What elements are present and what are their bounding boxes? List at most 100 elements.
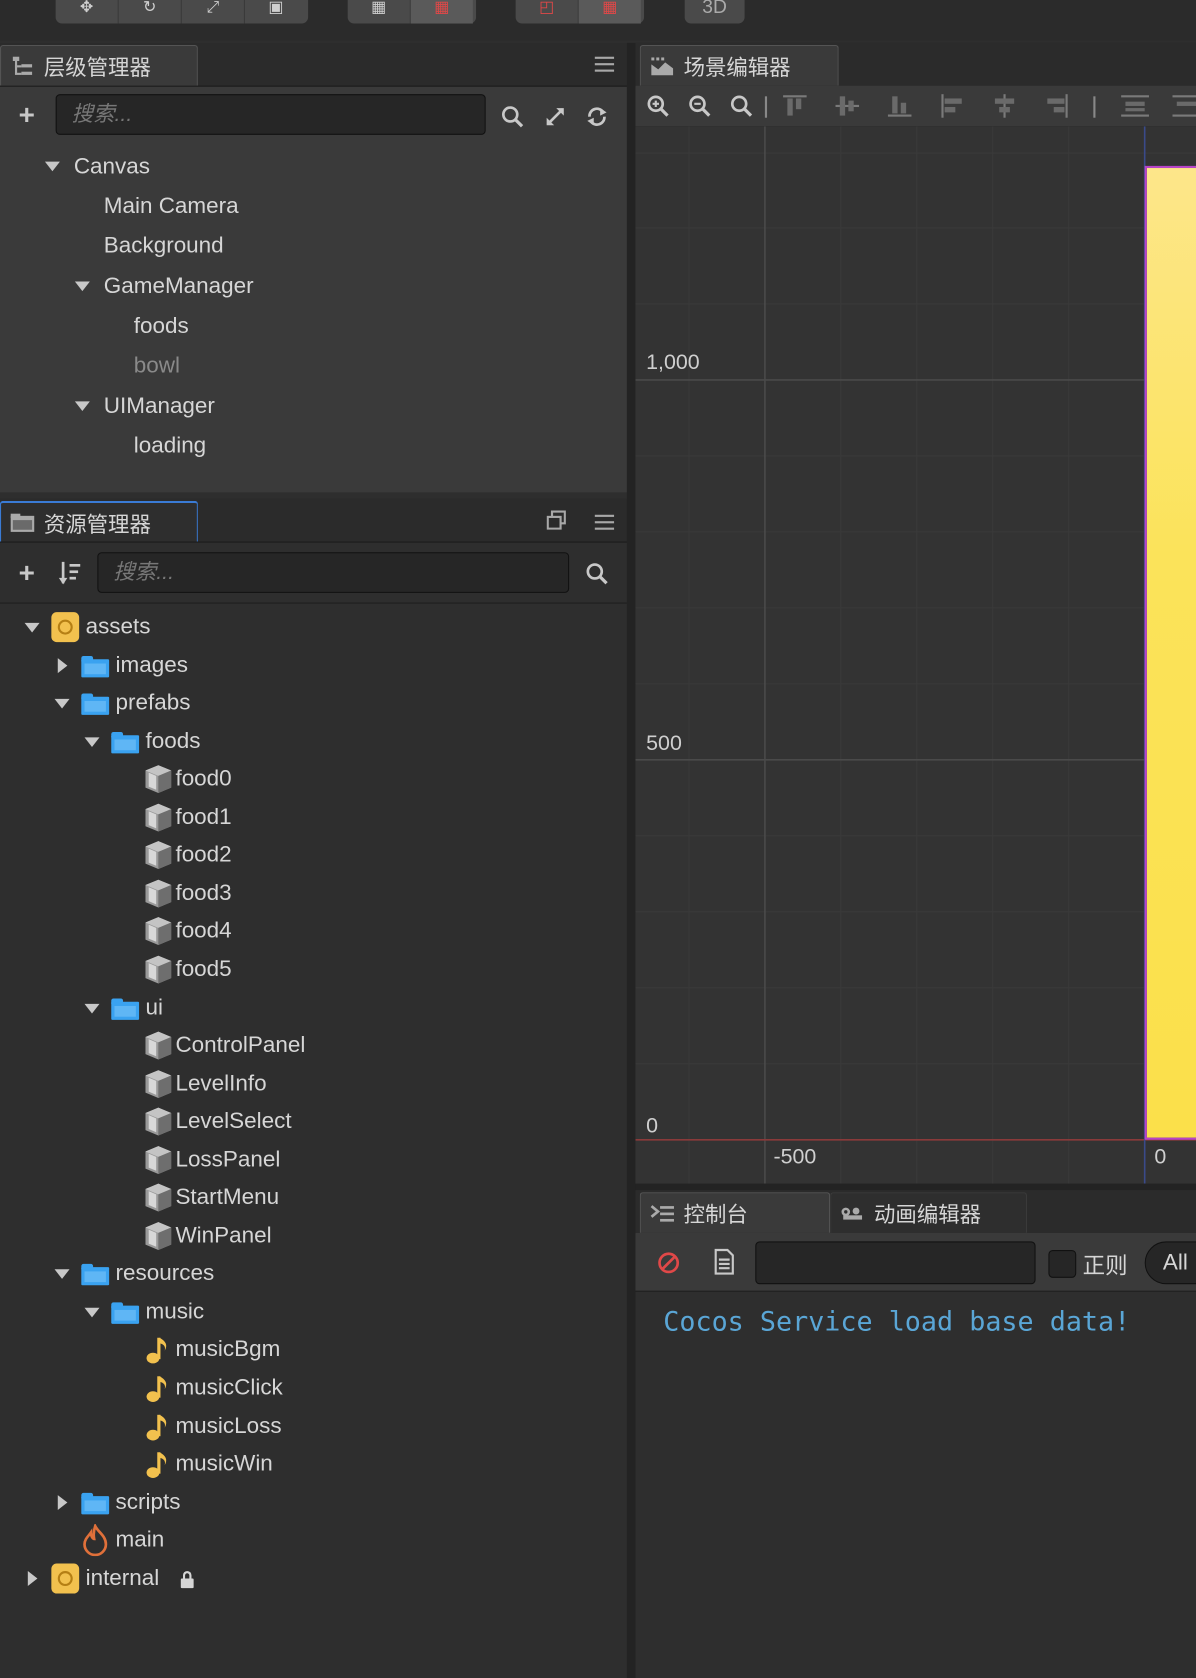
hierarchy-node-background[interactable]: Background (104, 228, 224, 264)
asset-item-winpanel[interactable]: WinPanel (0, 1218, 627, 1254)
clear-console-icon[interactable] (657, 1251, 681, 1275)
asset-item-levelselect[interactable]: LevelSelect (0, 1104, 627, 1140)
hierarchy-node-loading[interactable]: loading (134, 428, 206, 464)
expand-all-icon[interactable] (541, 103, 569, 131)
hierarchy-node-bowl[interactable]: bowl (134, 348, 180, 384)
align-right-icon[interactable] (1043, 92, 1071, 125)
prefab-icon (143, 915, 172, 946)
node-label: GameManager (103, 273, 254, 299)
y-ruler-label: 500 (646, 732, 682, 756)
asset-item-musicbgm[interactable]: musicBgm (0, 1332, 627, 1368)
sort-icon[interactable] (56, 559, 84, 587)
add-node-icon[interactable]: + (13, 98, 41, 130)
asset-item-scripts[interactable]: scripts (0, 1484, 627, 1520)
asset-item-ui[interactable]: ui (0, 989, 627, 1025)
regex-checkbox[interactable] (1048, 1249, 1077, 1278)
assets-menu-icon[interactable] (594, 514, 615, 530)
align-hcenter-icon[interactable] (991, 92, 1019, 125)
tab-console[interactable]: 控制台 (639, 1192, 831, 1233)
assets-search-input[interactable]: 搜索... (97, 552, 570, 593)
tab-hierarchy[interactable]: 层级管理器 (0, 44, 198, 86)
y-ruler-label: 1,000 (646, 351, 700, 375)
asset-item-main[interactable]: main (0, 1522, 627, 1558)
hierarchy-menu-icon[interactable] (594, 56, 615, 72)
hierarchy-search-input[interactable]: 搜索... (55, 94, 486, 135)
scene-viewport[interactable]: 1,000 500 0 -500 0 (635, 126, 1196, 1184)
align-vcenter-icon[interactable] (833, 92, 861, 125)
console-filter-input[interactable] (755, 1241, 1036, 1285)
vertical-splitter[interactable] (626, 42, 636, 1678)
asset-item-food4[interactable]: food4 (0, 913, 627, 949)
search-icon[interactable] (583, 560, 611, 588)
asset-item-levelinfo[interactable]: LevelInfo (0, 1065, 627, 1101)
asset-item-food5[interactable]: food5 (0, 951, 627, 987)
align-bottom-icon[interactable] (886, 92, 914, 125)
canvas-node-rect[interactable] (1144, 165, 1196, 1140)
expand-caret-icon[interactable] (57, 657, 68, 673)
zoom-reset-icon[interactable] (727, 92, 755, 120)
asset-label: prefabs (115, 690, 191, 715)
asset-item-musicwin[interactable]: musicWin (0, 1446, 627, 1482)
asset-item-food0[interactable]: food0 (0, 761, 627, 797)
search-icon[interactable] (499, 103, 527, 131)
open-log-file-icon[interactable] (712, 1248, 736, 1276)
prefab-icon (143, 1106, 172, 1136)
local-space-icon[interactable]: ◰ (516, 0, 579, 24)
asset-item-losspanel[interactable]: LossPanel (0, 1142, 627, 1178)
node-label: foods (133, 313, 189, 339)
pivot-icon[interactable]: ▦ (348, 0, 411, 24)
align-left-icon[interactable] (938, 92, 966, 125)
asset-item-internal[interactable]: internal (0, 1560, 627, 1596)
align-top-icon[interactable] (781, 92, 809, 125)
expand-caret-icon[interactable] (74, 401, 90, 411)
center-icon[interactable]: ▦ (410, 0, 473, 24)
log-level-select[interactable]: All (1144, 1241, 1196, 1285)
asset-item-resources[interactable]: resources (0, 1256, 627, 1292)
asset-item-food2[interactable]: food2 (0, 837, 627, 873)
collapse-caret-icon[interactable] (24, 622, 40, 633)
add-asset-icon[interactable]: + (13, 556, 41, 588)
asset-item-music[interactable]: music (0, 1294, 627, 1330)
zoom-out-icon[interactable] (686, 92, 714, 120)
mode-3d-toggle[interactable]: 3D (684, 0, 745, 24)
collapse-caret-icon[interactable] (84, 1003, 100, 1013)
asset-item-food1[interactable]: food1 (0, 799, 627, 835)
rotate-tool-icon[interactable]: ↻ (119, 0, 182, 24)
hierarchy-node-foods[interactable]: foods (134, 308, 189, 344)
rect-tool-icon[interactable]: ▣ (245, 0, 307, 24)
distribute-vertical-icon[interactable] (1119, 92, 1151, 125)
expand-caret-icon[interactable] (74, 281, 90, 292)
tab-assets[interactable]: 资源管理器 (0, 500, 198, 542)
hierarchy-node-gamemanager[interactable]: GameManager (73, 269, 254, 305)
asset-item-assets[interactable]: assets (0, 609, 627, 645)
asset-item-musicloss[interactable]: musicLoss (0, 1408, 627, 1444)
asset-item-food3[interactable]: food3 (0, 875, 627, 911)
collapse-caret-icon[interactable] (54, 698, 70, 709)
asset-item-images[interactable]: images (0, 647, 627, 683)
asset-item-foods[interactable]: foods (0, 723, 627, 759)
refresh-icon[interactable] (583, 103, 611, 131)
global-space-icon[interactable]: ▦ (578, 0, 641, 24)
console-tabbar: 控制台 动画编辑器 (635, 1190, 1196, 1234)
expand-caret-icon[interactable] (44, 161, 60, 172)
collapse-caret-icon[interactable] (84, 736, 100, 747)
collapse-caret-icon[interactable] (84, 1307, 100, 1318)
tab-scene[interactable]: 场景编辑器 (639, 44, 839, 86)
asset-item-musicclick[interactable]: musicClick (0, 1370, 627, 1406)
expand-caret-icon[interactable] (27, 1570, 38, 1586)
hierarchy-node-main-camera[interactable]: Main Camera (104, 188, 239, 224)
asset-label: WinPanel (175, 1223, 272, 1248)
tab-animation[interactable]: 动画编辑器 (830, 1192, 1028, 1233)
zoom-in-icon[interactable] (644, 92, 672, 120)
popout-icon[interactable] (542, 506, 570, 534)
hierarchy-node-canvas[interactable]: Canvas (43, 149, 150, 185)
asset-item-controlpanel[interactable]: ControlPanel (0, 1027, 627, 1063)
scale-tool-icon[interactable]: ⤢ (182, 0, 245, 24)
collapse-caret-icon[interactable] (54, 1269, 70, 1280)
asset-item-startmenu[interactable]: StartMenu (0, 1180, 627, 1216)
hierarchy-node-uimanager[interactable]: UIManager (73, 388, 215, 424)
move-tool-icon[interactable]: ✥ (56, 0, 119, 24)
asset-item-prefabs[interactable]: prefabs (0, 685, 627, 721)
expand-caret-icon[interactable] (57, 1494, 68, 1510)
distribute-horizontal-icon[interactable] (1170, 92, 1196, 125)
